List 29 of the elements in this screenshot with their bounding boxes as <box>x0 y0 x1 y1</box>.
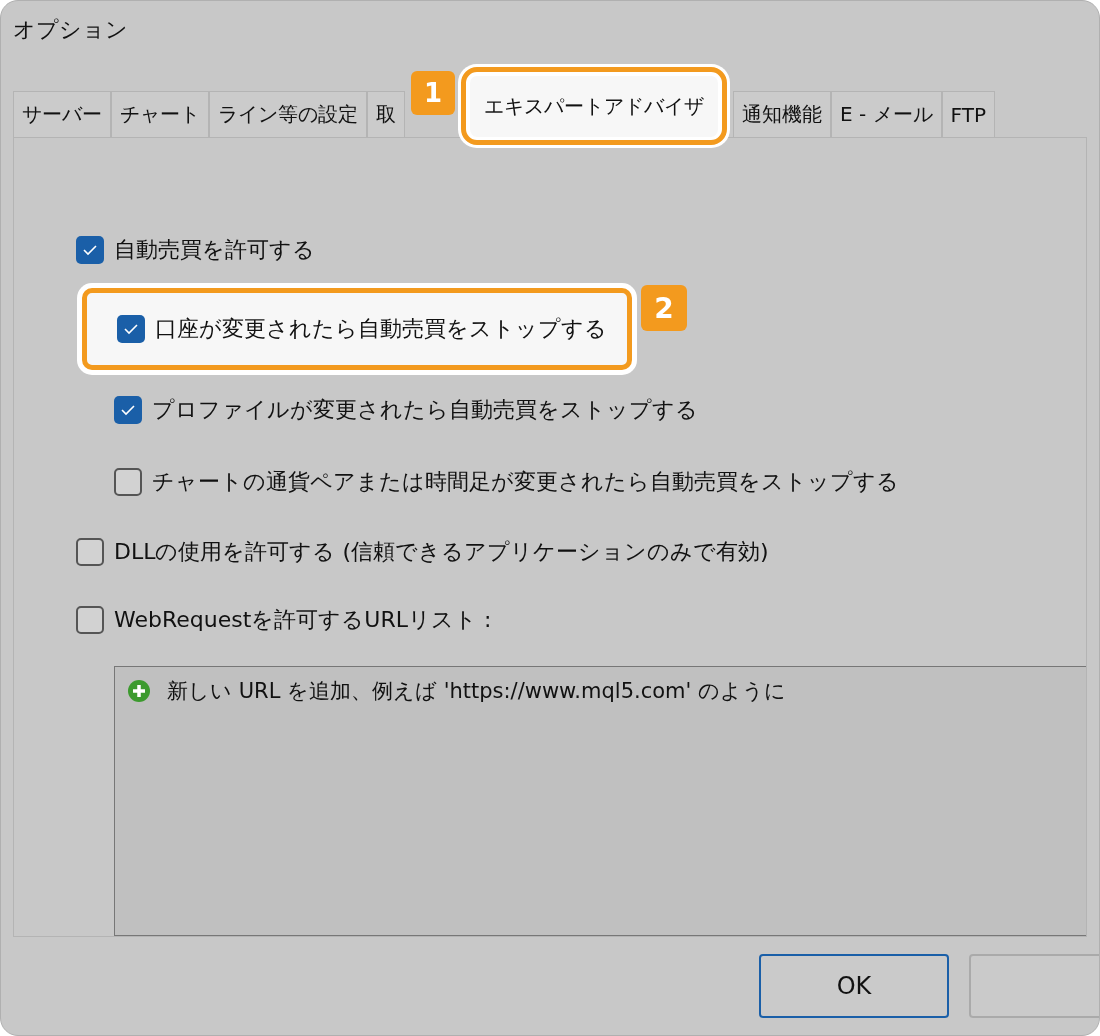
checkbox[interactable] <box>114 468 142 497</box>
checkbox-label: WebRequestを許可するURLリスト : <box>114 606 492 635</box>
tab[interactable]: ライン等の設定 <box>209 91 367 137</box>
step-badge: 1 <box>411 71 455 115</box>
check-icon <box>120 404 136 417</box>
check-icon <box>82 244 98 257</box>
tab[interactable]: E - メール <box>831 91 942 137</box>
checkbox-label: チャートの通貨ペアまたは時間足が変更されたら自動売買をストップする <box>152 468 899 497</box>
tab[interactable]: チャート <box>111 91 209 137</box>
checkbox[interactable] <box>76 236 104 265</box>
window-title: オプション <box>13 16 128 44</box>
checkbox[interactable] <box>76 606 104 635</box>
add-icon[interactable] <box>127 679 151 704</box>
checkbox[interactable] <box>114 396 142 425</box>
step-badge: 2 <box>641 285 687 332</box>
ok-button[interactable]: OK <box>759 954 949 1018</box>
checkbox-label: DLLの使用を許可する (信頼できるアプリケーションのみで有効) <box>114 538 769 567</box>
checkbox-label: プロファイルが変更されたら自動売買をストップする <box>152 396 698 425</box>
tab[interactable]: 取 <box>367 91 405 137</box>
url-list[interactable]: 新しい URL を追加、例えば 'https://www.mql5.com' のように <box>114 666 1086 936</box>
checkbox[interactable] <box>76 538 104 567</box>
tab[interactable]: サーバー <box>13 91 111 137</box>
url-list-item[interactable]: 新しい URL を追加、例えば 'https://www.mql5.com' のように <box>167 677 786 706</box>
checkbox-label: 口座が変更されたら自動売買をストップする <box>155 315 607 344</box>
tab[interactable]: 通知機能 <box>733 91 831 137</box>
tab[interactable]: FTP <box>941 91 995 137</box>
check-icon <box>123 323 139 336</box>
checkbox-label: 自動売買を許可する <box>114 236 315 265</box>
checkbox[interactable] <box>117 315 145 344</box>
